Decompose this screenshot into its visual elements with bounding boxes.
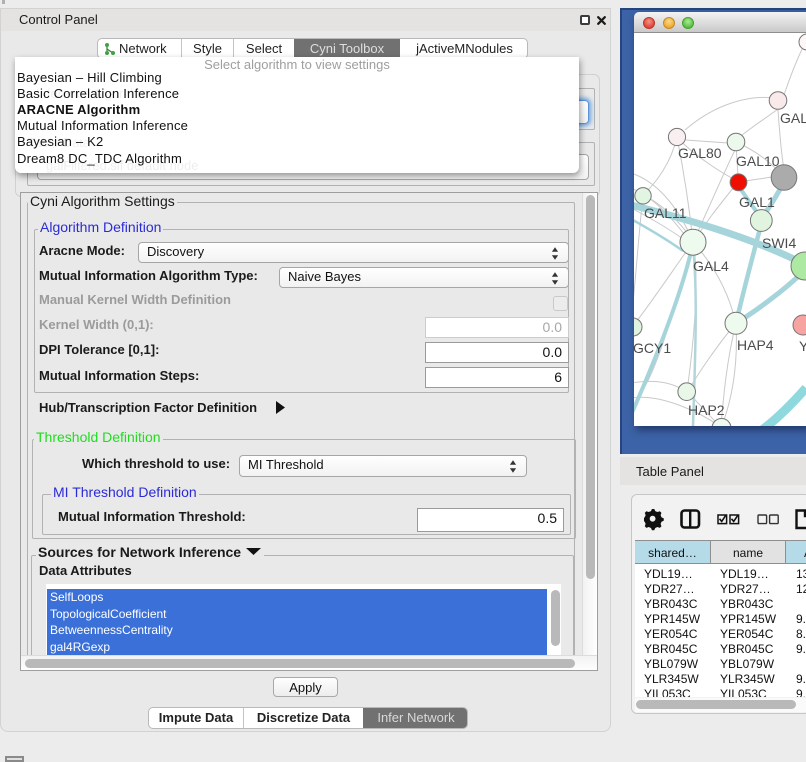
svg-text:HAP2: HAP2 xyxy=(688,402,725,418)
svg-text:GCY1: GCY1 xyxy=(634,340,671,356)
svg-text:Y: Y xyxy=(799,338,806,354)
svg-text:GAL4: GAL4 xyxy=(693,258,729,274)
svg-text:GAL10: GAL10 xyxy=(736,153,780,169)
svg-text:SWI4: SWI4 xyxy=(762,235,796,251)
svg-text:GAL: GAL xyxy=(780,110,806,126)
svg-text:GAL1: GAL1 xyxy=(739,194,775,210)
svg-text:GAL80: GAL80 xyxy=(678,145,722,161)
svg-text:GAL11: GAL11 xyxy=(644,205,687,221)
svg-text:HAP4: HAP4 xyxy=(737,337,774,353)
